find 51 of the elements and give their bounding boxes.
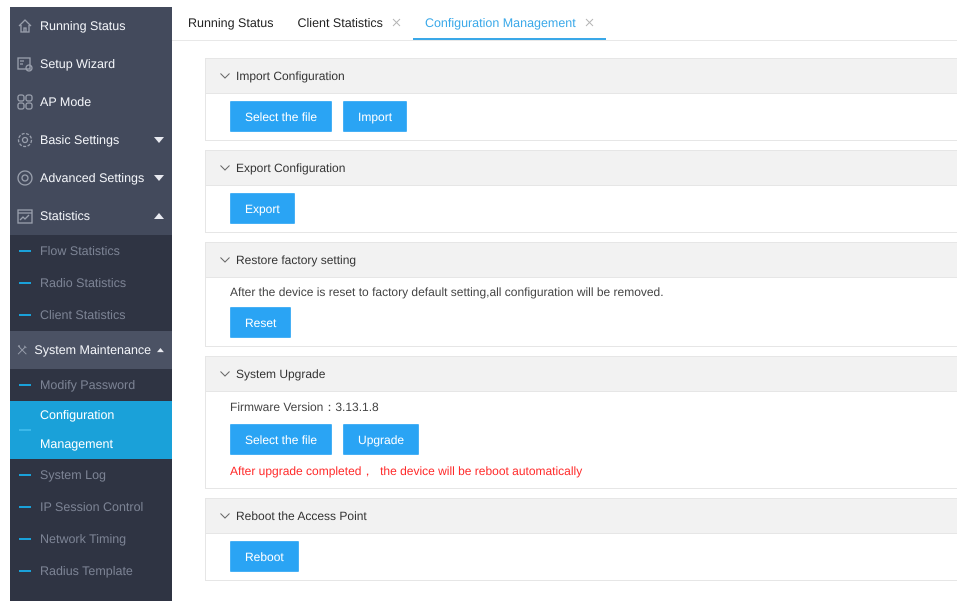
submenu-item[interactable]: Modify Password <box>10 369 172 401</box>
home-icon <box>16 17 34 35</box>
submenu-item[interactable]: Radius Template <box>10 555 172 587</box>
action-button[interactable]: Import <box>343 101 408 132</box>
section-title: Restore factory setting <box>236 253 356 267</box>
submenu-item[interactable]: Configuration Management <box>10 401 172 459</box>
chevron-icon <box>220 371 230 377</box>
action-button[interactable]: Upgrade <box>343 424 420 455</box>
close-icon[interactable] <box>584 18 594 27</box>
section-title: Import Configuration <box>236 69 345 83</box>
action-button[interactable]: Reset <box>230 307 292 338</box>
section-header[interactable]: System Upgrade <box>206 357 957 392</box>
section-title: Export Configuration <box>236 161 346 175</box>
chevron-icon <box>220 165 230 171</box>
warning-text: After upgrade completed， the device will be reboot automatically <box>230 463 584 480</box>
menu-item[interactable]: Running Status <box>10 7 172 45</box>
tab[interactable]: Client Statistics <box>285 7 413 40</box>
close-icon[interactable] <box>392 18 401 27</box>
menu-item[interactable]: Basic Settings <box>10 121 172 159</box>
action-button[interactable]: Select the file <box>230 101 332 132</box>
gear-icon <box>16 131 34 149</box>
menu-item[interactable]: Advanced Settings <box>10 159 172 197</box>
section-header[interactable]: Restore factory setting <box>206 243 957 278</box>
menu-item[interactable]: Statistics <box>10 197 172 235</box>
menu-item[interactable]: Setup Wizard <box>10 45 172 83</box>
chevron-icon <box>220 513 230 519</box>
submenu-item[interactable]: Flow Statistics <box>10 235 172 267</box>
info-text: After the device is reset to factory default setting,all configuration will be removed. <box>230 285 665 299</box>
gear-icon <box>16 169 34 187</box>
section-header[interactable]: Reboot the Access Point <box>206 499 957 534</box>
chevron-icon <box>220 73 230 79</box>
section-title: System Upgrade <box>236 367 326 381</box>
section-header[interactable]: Import Configuration <box>206 59 957 94</box>
action-button[interactable]: Reboot <box>230 541 299 572</box>
action-button[interactable]: Select the file <box>230 424 332 455</box>
menu-item[interactable]: AP Mode <box>10 83 172 121</box>
grid-icon <box>16 93 34 111</box>
tab[interactable]: Running Status <box>176 7 286 40</box>
section-header[interactable]: Export Configuration <box>206 151 957 186</box>
wizard-icon <box>16 55 34 73</box>
tab[interactable]: Configuration Management <box>412 7 606 40</box>
submenu-item[interactable]: Client Statistics <box>10 299 172 331</box>
submenu-item[interactable]: Radio Statistics <box>10 267 172 299</box>
submenu-item[interactable]: IP Session Control <box>10 491 172 523</box>
chart-icon <box>16 207 34 225</box>
info-text: Firmware Version：3.13.1.8 <box>230 399 380 416</box>
section-title: Reboot the Access Point <box>236 509 367 523</box>
submenu-item[interactable]: System Log <box>10 459 172 491</box>
action-button[interactable]: Export <box>230 193 295 224</box>
submenu-item[interactable]: Network Timing <box>10 523 172 555</box>
chevron-icon <box>220 257 230 263</box>
